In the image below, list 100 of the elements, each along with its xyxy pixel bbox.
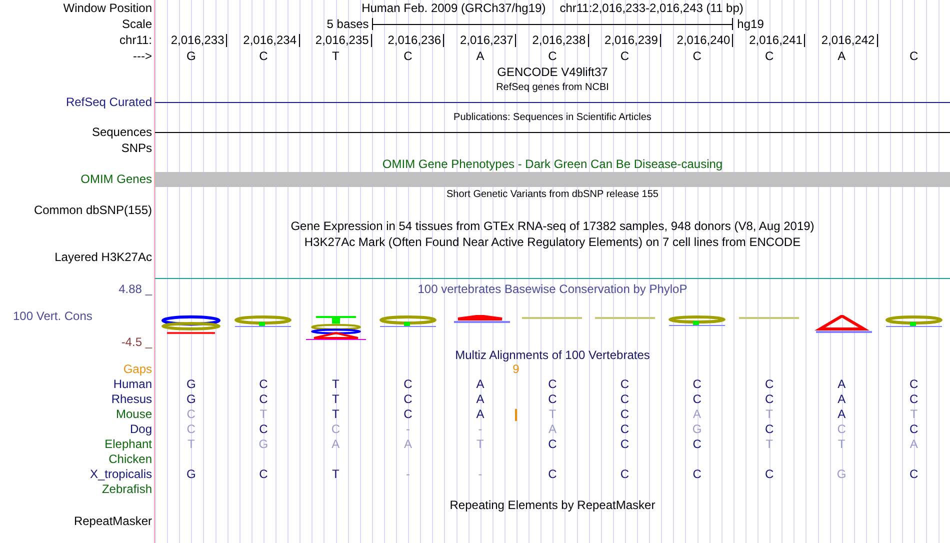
base-letter: T — [548, 407, 556, 421]
conservation-logo-drawing — [161, 315, 222, 337]
conservation-logo-drawing — [884, 315, 944, 329]
base-letter: C — [620, 422, 630, 436]
conservation-logo-drawing — [378, 315, 438, 329]
base-letter: C — [186, 407, 196, 421]
species-label: Dog — [130, 422, 152, 436]
position-number: 2,016,241 — [749, 32, 802, 46]
base-letter: A — [838, 49, 846, 63]
base-letter: C — [548, 437, 557, 451]
base-letter: C — [548, 467, 557, 481]
base-letter: T — [910, 407, 918, 421]
base-letter: - — [478, 422, 482, 436]
base-letter: C — [548, 392, 557, 406]
base-letter: G — [186, 377, 196, 391]
track-label: OMIM Genes — [80, 172, 152, 186]
base-letter: A — [838, 407, 846, 421]
track-title: 100 vertebrates Basewise Conservation by PhyloP — [418, 282, 688, 296]
track-label: Gaps — [123, 362, 152, 376]
base-letter: C — [692, 437, 702, 451]
track-label: 100 Vert. Cons — [13, 309, 92, 323]
base-letter: C — [404, 392, 412, 406]
track-title: Gene Expression in 54 tissues from GTEx RNA-seq of 17382 samples, 948 donors (V8, Aug 2019) — [290, 219, 814, 233]
base-letter: G — [836, 467, 846, 481]
base-letter: C — [692, 49, 702, 63]
base-letter: - — [406, 422, 410, 436]
base-letter: T — [766, 437, 773, 451]
base-letter: C — [548, 49, 557, 63]
track-title: RefSeq genes from NCBI — [496, 82, 609, 93]
base-letter: C — [692, 467, 702, 481]
species-label: Rhesus — [111, 392, 152, 406]
strand-arrow: ---> — [133, 49, 152, 63]
base-letter: T — [332, 377, 340, 391]
base-letter: C — [548, 377, 557, 391]
species-label: Mouse — [116, 407, 152, 421]
base-letter: G — [258, 437, 268, 451]
base-letter: C — [620, 49, 630, 63]
base-letter: C — [259, 467, 268, 481]
track-title: OMIM Gene Phenotypes - Dark Green Can Be Disease-causing — [382, 157, 723, 171]
gap-count: 9 — [512, 362, 520, 377]
axis-max-label: 4.88 _ — [118, 282, 152, 296]
assembly-label: hg19 — [737, 17, 764, 31]
track-title: Multiz Alignments of 100 Vertebrates — [455, 348, 650, 362]
base-letter: C — [692, 377, 702, 391]
position-number: 2,016,235 — [315, 32, 369, 46]
base-letter: C — [910, 422, 918, 436]
species-label: Human — [113, 377, 152, 391]
base-letter: A — [548, 422, 556, 436]
base-letter: C — [331, 422, 340, 436]
base-letter: G — [692, 422, 702, 436]
base-letter: A — [476, 392, 484, 406]
base-letter: C — [620, 437, 630, 451]
base-letter: C — [910, 49, 918, 63]
species-label: Chicken — [108, 452, 152, 466]
position-number: 2,016,233 — [170, 32, 224, 46]
base-letter: A — [404, 437, 412, 451]
base-letter: C — [837, 422, 846, 436]
base-letter: C — [764, 422, 774, 436]
base-letter: C — [404, 377, 412, 391]
track-title: Repeating Elements by RepeatMasker — [450, 498, 656, 512]
base-letter: A — [838, 377, 846, 391]
conservation-logo-drawing — [594, 316, 655, 319]
base-letter: C — [259, 392, 268, 406]
base-letter: T — [332, 467, 340, 481]
base-letter: C — [620, 467, 630, 481]
species-label: Elephant — [104, 437, 152, 451]
base-letter: C — [764, 467, 774, 481]
track-label: Scale — [122, 17, 152, 31]
base-letter: C — [620, 392, 630, 406]
position-number: 2,016,238 — [532, 32, 586, 46]
conservation-logo-drawing — [233, 315, 294, 329]
base-letter: T — [332, 407, 340, 421]
position-number: 2,016,242 — [821, 32, 875, 46]
base-letter: C — [404, 49, 412, 63]
base-letter: G — [186, 392, 196, 406]
base-letter: T — [187, 437, 195, 451]
conservation-logo-drawing — [522, 316, 582, 319]
base-letter: A — [838, 392, 846, 406]
axis-min-label: -4.5 _ — [121, 335, 152, 349]
conservation-logo-drawing — [667, 315, 728, 328]
position-number: 2,016,234 — [243, 32, 297, 46]
base-letter: T — [332, 392, 340, 406]
position-range: chr11:2,016,233-2,016,243 (11 bp) — [560, 0, 744, 16]
track-label: Layered H3K27Ac — [54, 250, 152, 264]
position-number: 2,016,237 — [460, 32, 514, 46]
position-number: 2,016,240 — [676, 32, 730, 46]
position-number: 2,016,239 — [604, 32, 658, 46]
base-letter: A — [476, 377, 484, 391]
base-letter: T — [766, 407, 773, 421]
track-label: chr11: — [120, 33, 152, 47]
base-letter: - — [478, 467, 482, 481]
track-label: Common dbSNP(155) — [34, 203, 152, 217]
base-letter: C — [910, 377, 918, 391]
conservation-logo-drawing — [306, 315, 366, 341]
track-label: RefSeq Curated — [66, 95, 152, 109]
base-letter: G — [186, 467, 196, 481]
track-title: GENCODE V49lift37 — [497, 65, 608, 79]
base-letter: A — [476, 49, 484, 63]
conservation-logo-drawing — [739, 316, 800, 319]
base-letter: A — [332, 437, 340, 451]
